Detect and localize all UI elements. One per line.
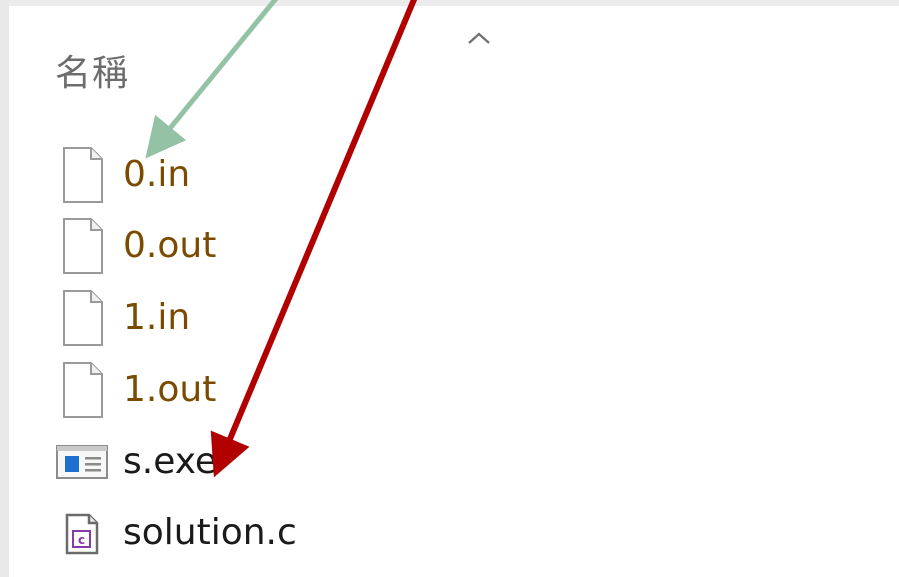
generic-file-icon bbox=[55, 288, 111, 348]
file-row[interactable]: c solution.c bbox=[55, 503, 297, 563]
file-name: solution.c bbox=[123, 512, 297, 553]
svg-text:c: c bbox=[78, 533, 85, 547]
generic-file-icon bbox=[55, 145, 111, 205]
file-name: 0.out bbox=[123, 225, 217, 266]
file-row[interactable]: 1.out bbox=[55, 360, 216, 420]
sort-ascending-icon[interactable] bbox=[466, 30, 492, 46]
generic-file-icon bbox=[55, 360, 111, 420]
file-name: 0.in bbox=[123, 154, 191, 195]
column-header-name[interactable]: 名稱 bbox=[55, 52, 129, 96]
file-row[interactable]: 0.out bbox=[55, 216, 216, 276]
file-name: 1.in bbox=[123, 297, 191, 338]
generic-file-icon bbox=[55, 216, 111, 276]
file-row[interactable]: 1.in bbox=[55, 288, 190, 348]
file-name: s.exe bbox=[123, 441, 218, 482]
file-name: 1.out bbox=[123, 369, 217, 410]
file-row[interactable]: s.exe bbox=[55, 432, 217, 492]
c-source-file-icon: c bbox=[55, 503, 111, 563]
application-exe-icon bbox=[55, 432, 111, 492]
file-row[interactable]: 0.in bbox=[55, 145, 190, 205]
window-left-border bbox=[0, 0, 9, 577]
